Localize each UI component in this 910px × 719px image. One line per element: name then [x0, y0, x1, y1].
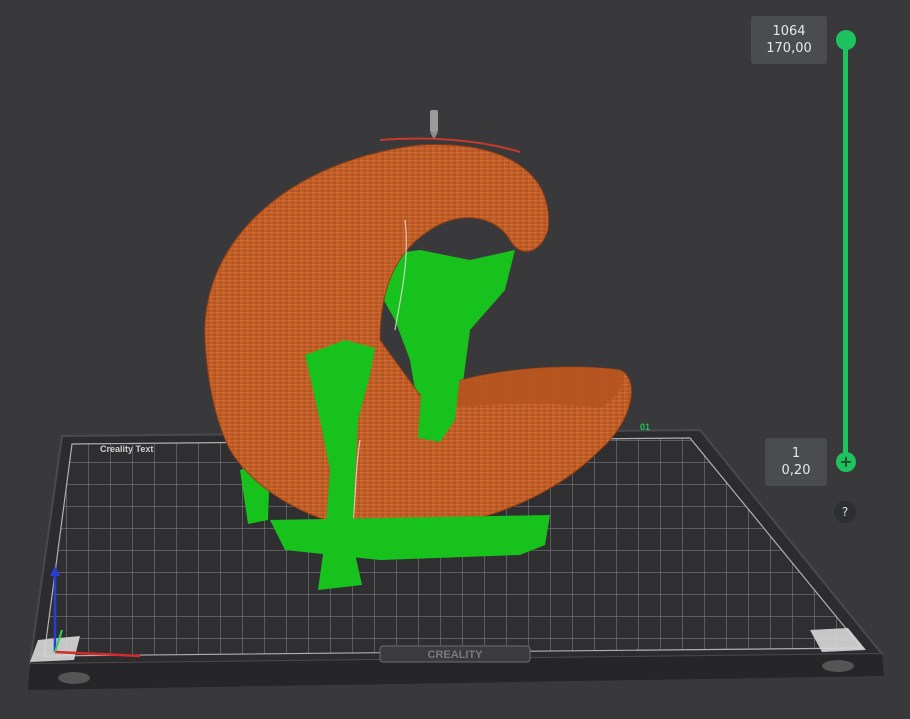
nozzle-icon: [430, 110, 438, 140]
plus-icon: +: [839, 452, 853, 471]
layer-bottom-readout: 1 0,20: [765, 438, 827, 486]
fingerprint-icon: [58, 672, 90, 684]
fingerprint-icon: [822, 660, 854, 672]
bed-brand-label: CREALITY: [428, 649, 484, 661]
layer-bottom-number: 1: [791, 446, 801, 461]
layer-top-height: 170,00: [766, 41, 812, 56]
bed-corner-label-right: 01: [640, 422, 650, 432]
layer-bottom-height: 0,20: [781, 463, 811, 478]
3d-preview-viewport[interactable]: CREALITY Creality Text 01 1064 170,00 + …: [0, 0, 910, 719]
layer-slider-top-handle[interactable]: [836, 30, 856, 50]
layer-top-readout: 1064 170,00: [751, 16, 827, 64]
layer-slider-track[interactable]: [843, 40, 848, 463]
help-button[interactable]: ?: [834, 501, 856, 523]
help-icon: ?: [841, 505, 849, 519]
layer-slider-bottom-handle[interactable]: +: [836, 452, 856, 472]
preview-scene[interactable]: CREALITY Creality Text 01: [0, 0, 910, 719]
bed-corner-label-left: Creality Text: [100, 444, 153, 454]
layer-top-number: 1064: [772, 24, 806, 39]
